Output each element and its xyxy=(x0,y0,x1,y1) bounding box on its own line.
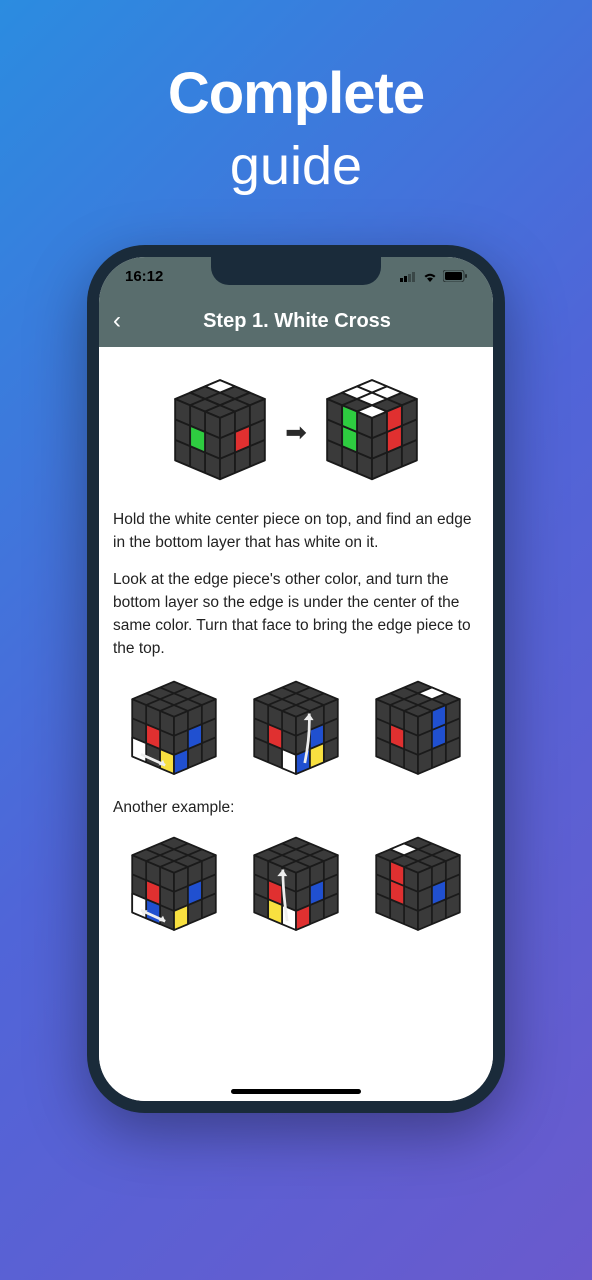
cube-ex1-a xyxy=(119,675,229,785)
cube-row-top: ➡ xyxy=(113,373,479,491)
hero-bold: Complete xyxy=(0,60,592,127)
cube-row-middle xyxy=(113,675,479,785)
wifi-icon xyxy=(422,271,438,282)
app-bar: ‹ Step 1. White Cross xyxy=(99,295,493,347)
battery-icon xyxy=(443,270,467,282)
another-example-label: Another example: xyxy=(113,799,479,817)
hero-light: guide xyxy=(0,135,592,197)
paragraph-2: Look at the edge piece's other color, an… xyxy=(113,569,479,661)
back-icon[interactable]: ‹ xyxy=(113,307,121,335)
cube-after xyxy=(313,373,431,491)
cube-ex1-b xyxy=(241,675,351,785)
content-scroll[interactable]: ➡ xyxy=(99,347,493,1101)
cube-ex1-c xyxy=(363,675,473,785)
cube-ex2-c xyxy=(363,831,473,941)
phone-screen: 16:12 ‹ Step 1. White Cross xyxy=(99,257,493,1101)
cube-ex2-b xyxy=(241,831,351,941)
status-time: 16:12 xyxy=(125,268,163,285)
paragraph-1: Hold the white center piece on top, and … xyxy=(113,509,479,555)
app-title: Step 1. White Cross xyxy=(135,310,459,333)
hero-text: Complete guide xyxy=(0,0,592,197)
home-indicator[interactable] xyxy=(231,1089,361,1094)
cube-ex2-a xyxy=(119,831,229,941)
status-icons xyxy=(400,270,467,282)
cube-before xyxy=(161,373,279,491)
signal-icon xyxy=(400,271,417,282)
arrow-right-icon: ➡ xyxy=(285,417,307,448)
cube-row-bottom xyxy=(113,831,479,941)
notch xyxy=(211,257,381,285)
phone-frame: 16:12 ‹ Step 1. White Cross xyxy=(87,245,505,1113)
